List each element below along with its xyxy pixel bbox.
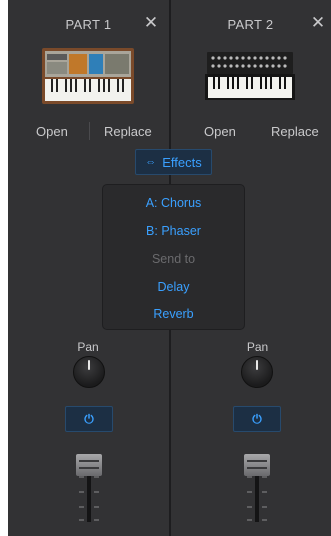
part-1-open-link[interactable]: Open [36,124,68,139]
menu-item-reverb[interactable]: Reverb [103,307,244,321]
link-icon: ⇔ [145,156,157,168]
effects-label: Effects [162,154,202,170]
power-icon: ⏻ [84,411,94,426]
menu-item-phaser[interactable]: B: Phaser [103,224,244,238]
part-2-pan-knob[interactable] [241,356,273,388]
part-1-pan-label: Pan [77,340,99,354]
part-2-power-button[interactable]: ⏻ [233,406,281,432]
menu-item-chorus[interactable]: A: Chorus [103,196,244,210]
part-1-link-separator [89,122,90,140]
part-2-replace-link[interactable]: Replace [271,124,319,139]
effects-button[interactable]: ⇔ Effects [135,149,212,175]
part-1-synth-image [42,48,134,104]
part-2-synth-image [205,52,295,100]
part-1-power-button[interactable]: ⏻ [65,406,113,432]
part-2-open-link[interactable]: Open [204,124,236,139]
part-1-volume-fader-handle[interactable] [76,454,102,476]
part-2-volume-fader-handle[interactable] [244,454,270,476]
menu-item-delay[interactable]: Delay [103,280,244,294]
part-2-close-button[interactable]: ✕ [309,14,327,32]
part-1-replace-link[interactable]: Replace [104,124,152,139]
part-2-pan-label: Pan [246,340,269,354]
effects-menu: A: Chorus B: Phaser Send to Delay Reverb [102,184,245,330]
part-1-close-button[interactable]: ✕ [142,14,160,32]
menu-item-send-to: Send to [151,252,196,266]
part-1-pan-knob[interactable] [73,356,105,388]
power-icon: ⏻ [252,411,262,426]
part-2-title: PART 2 [227,17,274,32]
